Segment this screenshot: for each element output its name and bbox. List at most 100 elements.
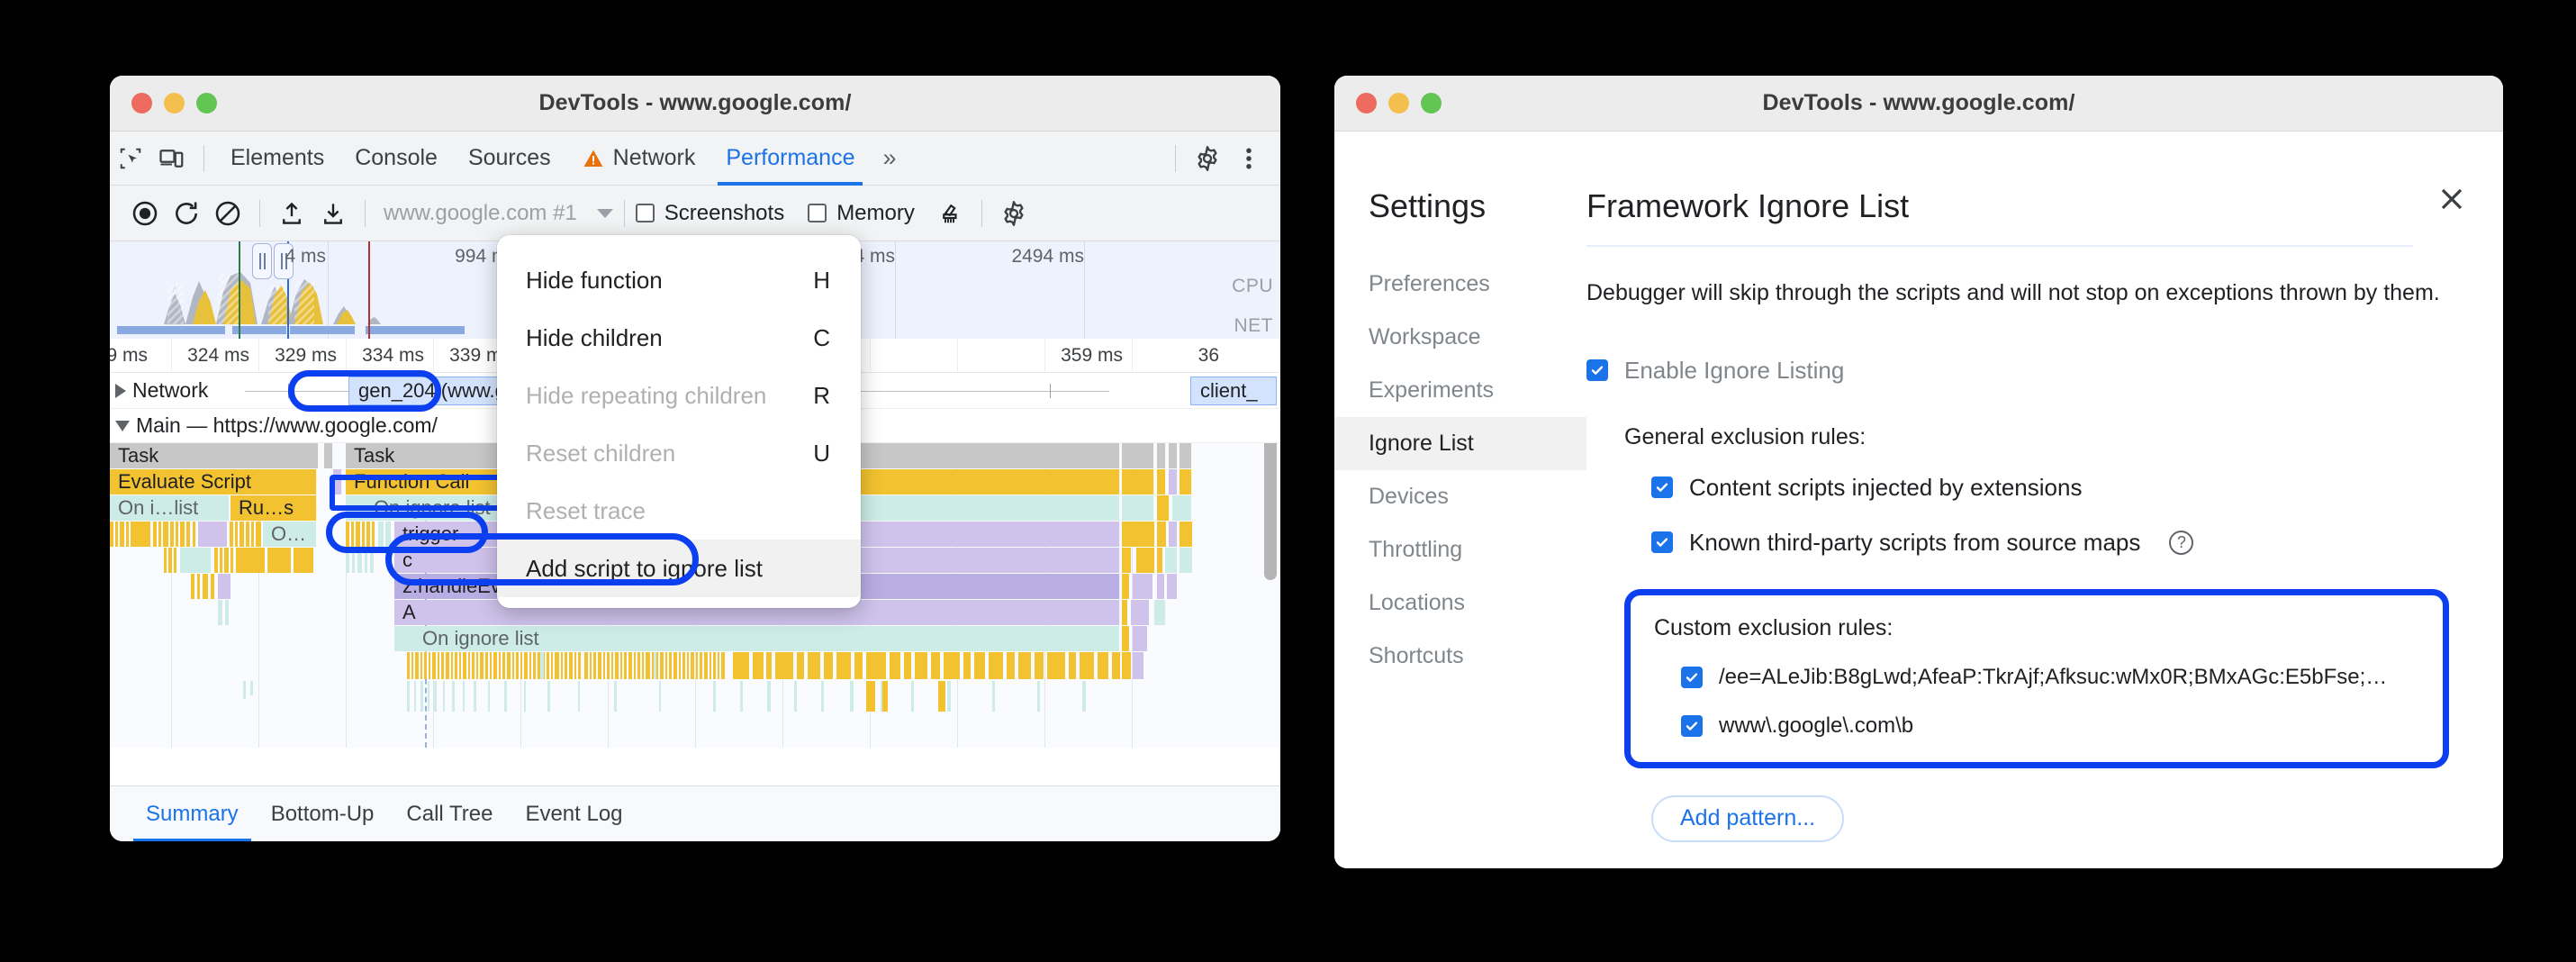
sidebar-item-shortcuts[interactable]: Shortcuts [1334,630,1586,683]
context-menu-item-hide-function[interactable]: Hide function H [497,251,861,309]
flame-bar-minor-8[interactable] [1172,495,1192,521]
context-menu-item-reset-trace-label: Reset trace [526,497,646,525]
flame-bar-task-7[interactable] [1180,443,1192,468]
tab-summary[interactable]: Summary [130,786,255,842]
memory-checkbox-box[interactable] [808,204,827,222]
tab-sources[interactable]: Sources [453,132,566,186]
upload-profile-icon[interactable] [271,194,312,233]
context-menu-item-hide-children[interactable]: Hide children C [497,309,861,367]
flame-bar-minor-2[interactable] [1122,469,1154,495]
capture-settings-gear-icon[interactable] [993,194,1035,233]
tab-call-tree[interactable]: Call Tree [390,786,509,842]
flame-dense-row-8 [110,652,1280,681]
flame-bar-task-1[interactable]: Task [110,443,319,468]
screenshots-checkbox[interactable]: Screenshots [636,201,784,226]
tab-call-tree-label: Call Tree [406,802,493,827]
control-divider-3 [624,200,625,227]
screenshots-checkbox-box[interactable] [636,204,655,222]
close-icon[interactable] [2431,178,2472,220]
settings-titlebar: DevTools - www.google.com/ [1334,76,2503,132]
content-scripts-checkbox[interactable]: Content scripts injected by extensions [1624,474,2449,502]
chevron-down-icon[interactable] [597,209,613,218]
sidebar-item-throttling[interactable]: Throttling [1334,523,1586,576]
checkbox-checked-icon[interactable] [1586,359,1608,381]
clear-recording-icon[interactable] [207,194,249,233]
sidebar-item-preferences-label: Preferences [1369,271,1490,296]
network-request-chip-2[interactable]: client_ [1190,377,1277,405]
context-menu-item-hide-function-shortcut: H [813,267,830,295]
context-menu-item-reset-trace: Reset trace [497,482,861,540]
kebab-menu-icon[interactable] [1228,139,1270,178]
flame-dense-row-9 [110,681,1280,713]
flame-bar-minor-5[interactable] [1180,469,1192,495]
checkbox-checked-icon[interactable] [1681,715,1703,737]
sidebar-item-experiments-label: Experiments [1369,377,1494,403]
download-profile-icon[interactable] [312,194,354,233]
custom-rule-row[interactable]: www\.google\.com\b [1654,713,2419,739]
more-tabs-icon[interactable]: » [870,144,908,172]
checkbox-checked-icon[interactable] [1681,667,1703,688]
flame-bar-evaluate-script[interactable]: Evaluate Script [110,469,317,495]
third-party-scripts-checkbox[interactable]: Known third-party scripts from source ma… [1624,529,2449,557]
tab-performance[interactable]: Performance [710,132,870,186]
network-track-label: Network [132,378,208,403]
flame-bar-run-scripts-label: Ru…s [239,496,294,520]
sidebar-item-devices[interactable]: Devices [1334,470,1586,523]
settings-sidebar: Settings Preferences Workspace Experimen… [1334,132,1586,868]
memory-label: Memory [836,201,915,226]
overview-window-left-handle[interactable] [252,243,272,279]
flame-chart-context-menu[interactable]: Hide function H Hide children C Hide rep… [497,235,861,608]
flame-bar-task-4[interactable] [1122,443,1154,468]
custom-rule-row[interactable]: /ee=ALeJib:B8gLwd;AfeaP:TkrAjf;Afksuc:wM… [1654,665,2419,690]
tab-network[interactable]: Network [566,132,711,186]
sidebar-item-workspace[interactable]: Workspace [1334,311,1586,364]
settings-body: Settings Preferences Workspace Experimen… [1334,132,2503,868]
sidebar-item-preferences[interactable]: Preferences [1334,258,1586,311]
flame-bar-minor-7[interactable] [1157,495,1170,521]
flame-chart-scrollbar[interactable] [1264,443,1277,580]
flame-bar-minor-1[interactable] [333,469,342,495]
recording-selector[interactable]: www.google.com #1 [384,201,613,226]
checkbox-checked-icon[interactable] [1651,531,1673,553]
flame-bar-minor-4[interactable] [1169,469,1178,495]
collect-garbage-icon[interactable] [929,194,971,233]
flame-bar-o-truncated[interactable]: O… [263,522,317,547]
flame-bar-on-ignore-list-short[interactable]: On i…list [110,495,230,521]
flame-bar-task-5[interactable] [1157,443,1166,468]
collapse-triangle-icon[interactable] [115,421,130,431]
general-rules-group: General exclusion rules: Content scripts… [1586,424,2449,842]
gear-icon[interactable] [1187,139,1228,178]
tab-elements[interactable]: Elements [215,132,339,186]
help-icon[interactable]: ? [2169,531,2193,555]
flame-bar-minor-6[interactable] [1122,495,1154,521]
sidebar-item-locations[interactable]: Locations [1334,576,1586,630]
add-pattern-button[interactable]: Add pattern... [1651,795,1844,842]
tab-bottom-up[interactable]: Bottom-Up [255,786,391,842]
record-circle-icon[interactable] [124,194,166,233]
checkbox-checked-icon[interactable] [1651,476,1673,498]
toolbar-divider-right [1175,145,1176,172]
toolbar-divider [203,145,204,172]
flame-bar-task-6[interactable] [1169,443,1178,468]
flame-bar-task-3[interactable] [324,443,333,468]
control-divider-2 [365,200,366,227]
tab-console[interactable]: Console [339,132,453,186]
sidebar-item-ignore-list-label: Ignore List [1369,431,1474,456]
context-menu-item-add-script-to-ignore-list[interactable]: Add script to ignore list [497,540,861,597]
content-scripts-label: Content scripts injected by extensions [1689,474,2082,502]
flame-bar-minor-3[interactable] [1157,469,1166,495]
performance-detail-tabs: Summary Bottom-Up Call Tree Event Log [110,785,1280,841]
flame-bar-run-scripts[interactable]: Ru…s [230,495,317,521]
flame-bar-task-1-label: Task [118,444,158,467]
flame-bar-on-ignore-list-1-label: On ignore list [354,496,491,520]
sidebar-item-experiments[interactable]: Experiments [1334,364,1586,417]
enable-ignore-listing-checkbox[interactable]: Enable Ignore Listing [1586,357,2449,385]
memory-checkbox[interactable]: Memory [808,201,915,226]
device-toolbar-icon[interactable] [151,139,193,178]
screenshot-stage: DevTools - www.google.com/ Elements [0,0,2576,962]
reload-record-icon[interactable] [166,194,207,233]
sidebar-item-ignore-list[interactable]: Ignore List [1334,417,1586,470]
expand-triangle-icon[interactable] [115,384,126,398]
inspect-element-icon[interactable] [110,139,151,178]
tab-event-log[interactable]: Event Log [509,786,638,842]
